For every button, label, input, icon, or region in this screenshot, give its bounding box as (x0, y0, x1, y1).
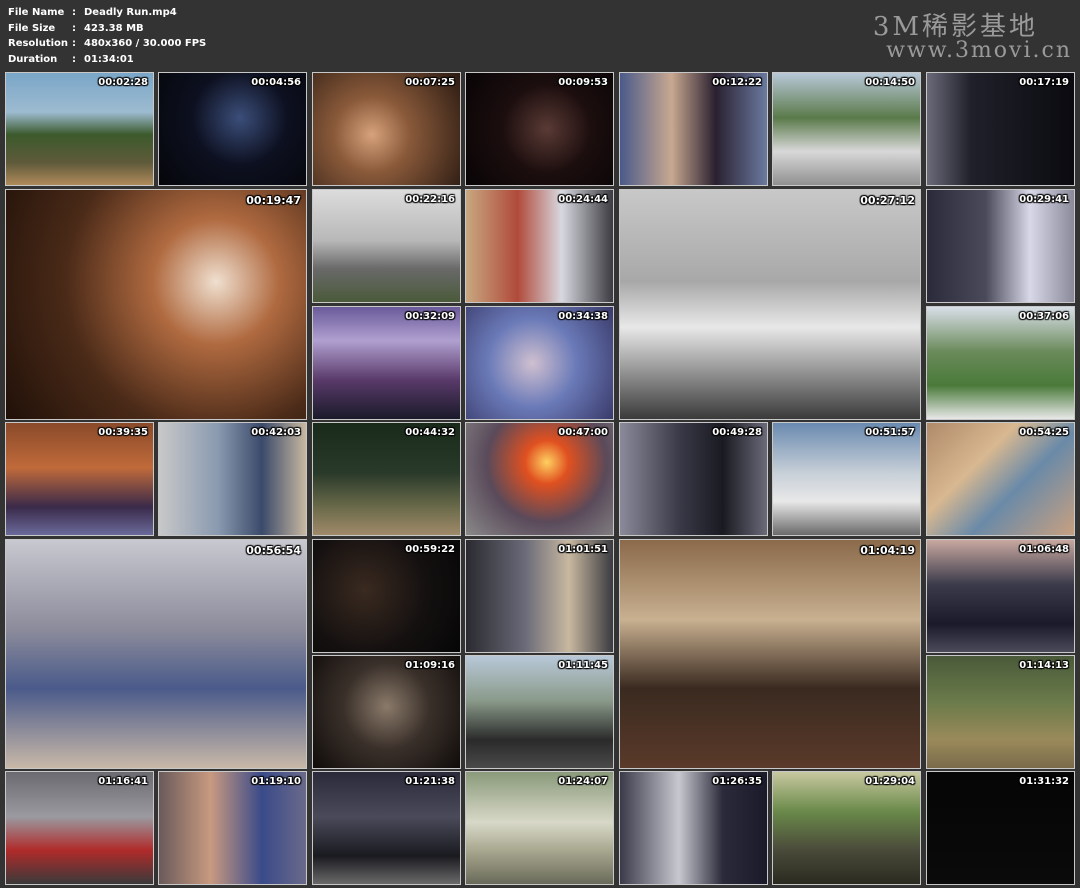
timestamp-label: 01:29:04 (865, 776, 915, 787)
video-thumbnail: 01:06:48 (926, 539, 1075, 653)
timestamp-label: 00:34:38 (558, 311, 608, 322)
timestamp-label: 01:26:35 (712, 776, 762, 787)
timestamp-label: 00:37:06 (1019, 311, 1069, 322)
timestamp-label: 00:44:32 (405, 427, 455, 438)
file-info-panel: File Name : Deadly Run.mp4 File Size : 4… (8, 5, 206, 67)
video-thumbnail: 00:47:00 (465, 422, 614, 536)
timestamp-label: 00:56:54 (246, 544, 301, 557)
video-thumbnail: 00:24:44 (465, 189, 614, 303)
timestamp-label: 01:09:16 (405, 660, 455, 671)
video-thumbnail: 01:09:16 (312, 655, 461, 769)
video-thumbnail: 00:39:35 (5, 422, 154, 536)
video-thumbnail: 01:14:13 (926, 655, 1075, 769)
video-thumbnail: 00:12:22 (619, 72, 768, 186)
timestamp-label: 00:27:12 (860, 194, 915, 207)
timestamp-label: 01:01:51 (558, 544, 608, 555)
video-thumbnail: 00:37:06 (926, 306, 1075, 420)
timestamp-label: 01:31:32 (1019, 776, 1069, 787)
timestamp-label: 00:09:53 (558, 77, 608, 88)
timestamp-label: 00:59:22 (405, 544, 455, 555)
timestamp-label: 00:42:03 (251, 427, 301, 438)
timestamp-label: 01:24:07 (558, 776, 608, 787)
video-thumbnail: 00:07:25 (312, 72, 461, 186)
video-thumbnail: 00:44:32 (312, 422, 461, 536)
video-thumbnail: 01:31:32 (926, 771, 1075, 885)
video-thumbnail: 00:27:12 (619, 189, 921, 420)
video-thumbnail: 00:14:50 (772, 72, 921, 186)
duration-value: 01:34:01 (84, 53, 134, 65)
timestamp-label: 00:24:44 (558, 194, 608, 205)
video-thumbnail: 00:04:56 (158, 72, 307, 186)
separator: : (72, 38, 76, 49)
file-name-value: Deadly Run.mp4 (84, 7, 177, 18)
video-thumbnail: 00:42:03 (158, 422, 307, 536)
resolution-row: Resolution : 480x360 / 30.000 FPS (8, 36, 206, 52)
video-thumbnail: 00:34:38 (465, 306, 614, 420)
timestamp-label: 00:19:47 (246, 194, 301, 207)
video-thumbnail: 01:11:45 (465, 655, 614, 769)
separator: : (72, 22, 76, 34)
file-name-row: File Name : Deadly Run.mp4 (8, 5, 206, 21)
video-thumbnail: 01:21:38 (312, 771, 461, 885)
duration-row: Duration : 01:34:01 (8, 52, 206, 68)
timestamp-label: 00:02:28 (98, 77, 148, 88)
timestamp-label: 00:51:57 (865, 427, 915, 438)
video-thumbnail: 00:49:28 (619, 422, 768, 536)
video-thumbnail: 00:29:41 (926, 189, 1075, 303)
timestamp-label: 00:04:56 (251, 77, 301, 88)
video-thumbnail: 01:01:51 (465, 539, 614, 653)
separator: : (72, 53, 76, 65)
timestamp-label: 00:12:22 (712, 77, 762, 88)
video-thumbnail: 00:19:47 (5, 189, 307, 420)
video-thumbnail: 00:51:57 (772, 422, 921, 536)
video-thumbnail: 01:24:07 (465, 771, 614, 885)
video-thumbnail: 00:09:53 (465, 72, 614, 186)
video-thumbnail: 00:54:25 (926, 422, 1075, 536)
watermark-url: www.3movi.cn (886, 38, 1072, 63)
timestamp-label: 00:39:35 (98, 427, 148, 438)
video-thumbnail: 01:29:04 (772, 771, 921, 885)
timestamp-label: 01:14:13 (1019, 660, 1069, 671)
timestamp-label: 00:07:25 (405, 77, 455, 88)
timestamp-label: 01:06:48 (1019, 544, 1069, 555)
resolution-value: 480x360 / 30.000 FPS (84, 38, 207, 49)
timestamp-label: 01:19:10 (251, 776, 301, 787)
duration-label: Duration (8, 53, 58, 65)
video-thumbnail: 01:04:19 (619, 539, 921, 769)
timestamp-label: 01:21:38 (405, 776, 455, 787)
video-thumbnail: 01:19:10 (158, 771, 307, 885)
resolution-label: Resolution (8, 38, 69, 49)
file-size-label: File Size (8, 22, 56, 34)
file-name-label: File Name (8, 7, 65, 18)
video-thumbnail: 00:56:54 (5, 539, 307, 769)
file-size-row: File Size : 423.38 MB (8, 21, 206, 37)
timestamp-label: 01:16:41 (98, 776, 148, 787)
timestamp-label: 01:11:45 (558, 660, 608, 671)
timestamp-label: 00:14:50 (865, 77, 915, 88)
timestamp-label: 00:49:28 (712, 427, 762, 438)
timestamp-label: 01:04:19 (860, 544, 915, 557)
timestamp-label: 00:29:41 (1019, 194, 1069, 205)
timestamp-label: 00:22:16 (405, 194, 455, 205)
video-thumbnail: 00:59:22 (312, 539, 461, 653)
timestamp-label: 00:47:00 (558, 427, 608, 438)
video-thumbnail: 00:02:28 (5, 72, 154, 186)
separator: : (72, 7, 76, 18)
video-thumbnail: 00:17:19 (926, 72, 1075, 186)
video-thumbnail: 00:22:16 (312, 189, 461, 303)
file-size-value: 423.38 MB (84, 22, 144, 34)
video-thumbnail: 01:16:41 (5, 771, 154, 885)
timestamp-label: 00:17:19 (1019, 77, 1069, 88)
timestamp-label: 00:32:09 (405, 311, 455, 322)
timestamp-label: 00:54:25 (1019, 427, 1069, 438)
video-thumbnail: 01:26:35 (619, 771, 768, 885)
video-thumbnail: 00:32:09 (312, 306, 461, 420)
